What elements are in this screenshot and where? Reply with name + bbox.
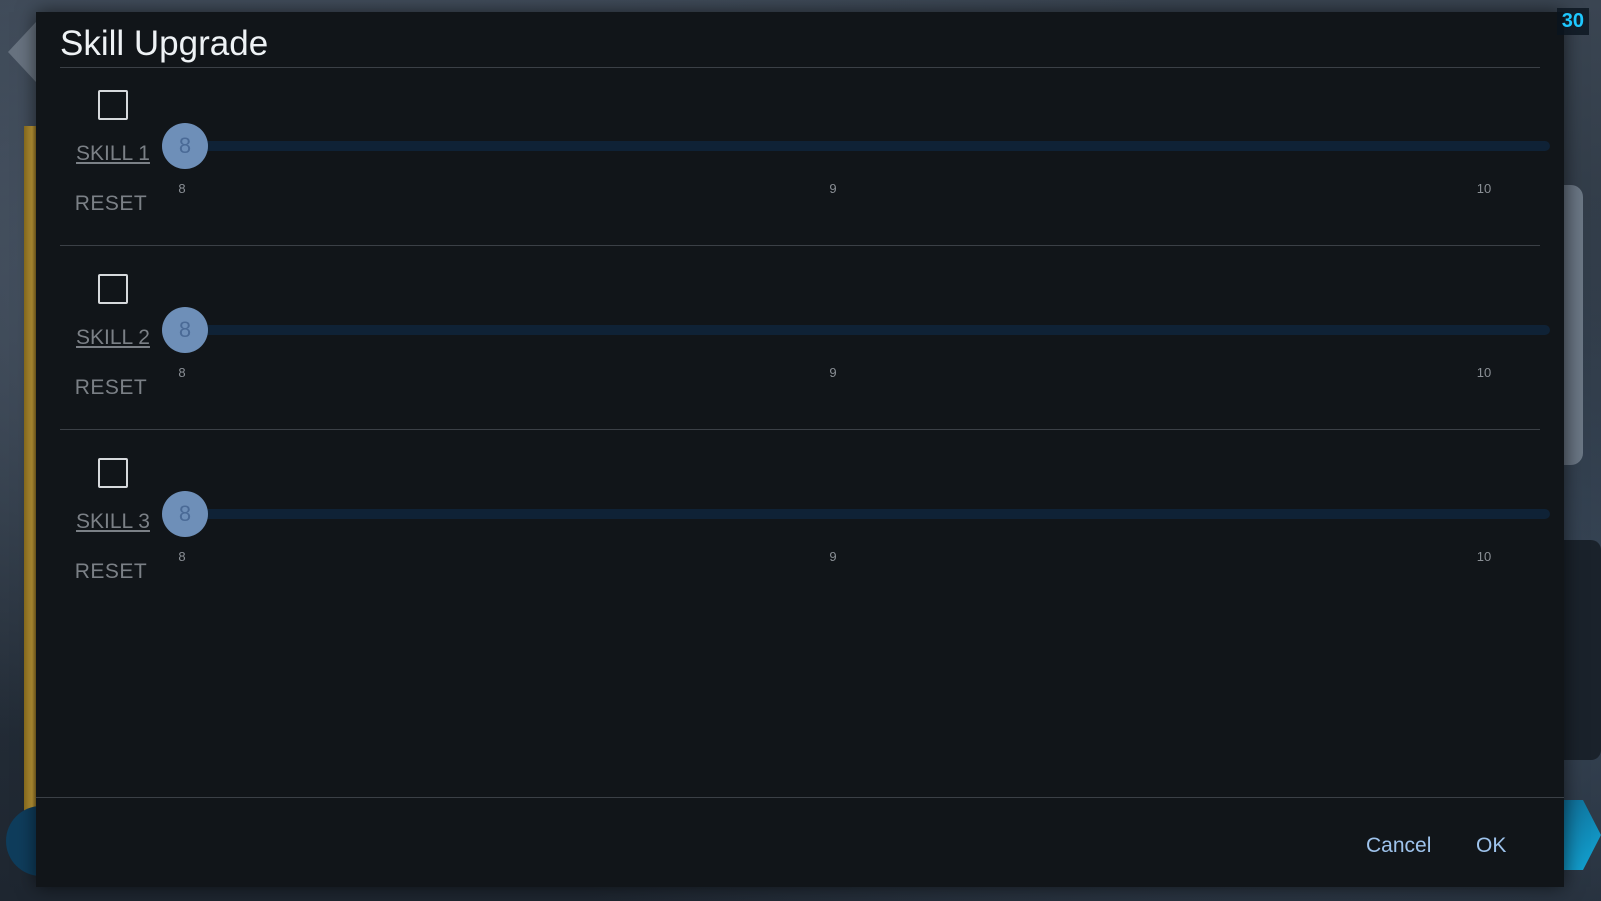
skill-2-tick-mid: 9	[829, 365, 837, 380]
skill-3-checkbox[interactable]	[98, 458, 128, 488]
skill-1-slider-thumb[interactable]: 8	[162, 123, 208, 169]
left-arrow-icon	[8, 22, 36, 82]
skill-3-reset-button[interactable]: RESET	[74, 560, 148, 584]
skill-2-tick-max: 10	[1476, 365, 1492, 380]
skill-row-3: SKILL 3 RESET 8 8 9 10	[36, 380, 1564, 583]
skill-1-tick-mid: 9	[829, 181, 837, 196]
skill-1-checkbox[interactable]	[98, 90, 128, 120]
skill-2-slider-thumb[interactable]: 8	[162, 307, 208, 353]
skill-2-checkbox[interactable]	[98, 274, 128, 304]
footer-divider	[36, 797, 1564, 798]
skill-3-tick-max: 10	[1476, 549, 1492, 564]
skill-1-tick-max: 10	[1476, 181, 1492, 196]
skill-row-1: SKILL 1 RESET 8 8 9 10	[36, 12, 1564, 215]
skill-1-slider-track[interactable]	[182, 141, 1550, 151]
skill-3-tick-min: 8	[178, 549, 186, 564]
dialog-footer: Cancel OK	[36, 810, 1564, 887]
skill-2-slider-track[interactable]	[182, 325, 1550, 335]
skill-1-name[interactable]: SKILL 1	[76, 142, 150, 166]
ok-button[interactable]: OK	[1476, 834, 1506, 858]
skill-3-tick-mid: 9	[829, 549, 837, 564]
skill-3-name[interactable]: SKILL 3	[76, 510, 150, 534]
skill-3-slider-thumb[interactable]: 8	[162, 491, 208, 537]
fps-counter: 30	[1556, 8, 1589, 35]
skill-upgrade-dialog: Skill Upgrade SKILL 1 RESET 8 8 9 10 SKI…	[36, 12, 1564, 887]
skill-2-name[interactable]: SKILL 2	[76, 326, 150, 350]
cancel-button[interactable]: Cancel	[1366, 834, 1431, 858]
skill-row-2: SKILL 2 RESET 8 8 9 10	[36, 196, 1564, 399]
skill-1-tick-min: 8	[178, 181, 186, 196]
skill-2-tick-min: 8	[178, 365, 186, 380]
skill-3-slider-track[interactable]	[182, 509, 1550, 519]
